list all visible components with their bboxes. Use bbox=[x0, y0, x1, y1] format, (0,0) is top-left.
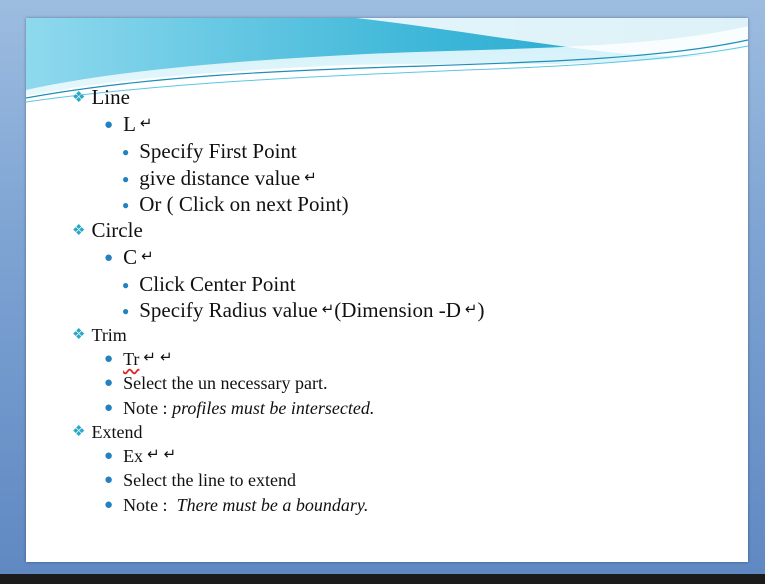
round-bullet-icon: ● bbox=[122, 278, 130, 292]
round-bullet-icon: ● bbox=[104, 497, 114, 513]
round-bullet-icon: ● bbox=[104, 400, 114, 416]
list-item-label: (Dimension -D bbox=[334, 298, 461, 322]
command-trim: ● Tr ↵ ↵ bbox=[104, 348, 173, 370]
command-label: C bbox=[123, 245, 138, 269]
return-arrow-icon: ↵ bbox=[143, 348, 156, 366]
round-bullet-icon: ● bbox=[104, 351, 114, 367]
round-bullet-icon: ● bbox=[122, 145, 130, 159]
round-bullet-icon: ● bbox=[104, 117, 114, 133]
taskbar bbox=[0, 574, 765, 584]
heading-line-label: Line bbox=[91, 85, 130, 109]
command-label: Tr bbox=[123, 349, 140, 369]
diamond-bullet-icon: ❖ bbox=[72, 327, 86, 343]
command-extend: ● Ex ↵ ↵ bbox=[104, 445, 177, 467]
list-item: ● Or ( Click on next Point) bbox=[122, 192, 349, 217]
return-arrow-icon: ↵ bbox=[464, 300, 478, 318]
list-item: ● Specify Radius value ↵(Dimension -D ↵) bbox=[122, 298, 484, 323]
diamond-bullet-icon: ❖ bbox=[72, 424, 86, 440]
slide: ❖ Line ● L ↵ ● Specify First Point ● give dis… bbox=[26, 18, 748, 562]
round-bullet-icon: ● bbox=[104, 250, 114, 266]
list-item: ● Note : There must be a boundary. bbox=[104, 495, 368, 516]
return-arrow-icon: ↵ bbox=[141, 247, 154, 265]
diamond-bullet-icon: ❖ bbox=[72, 223, 86, 239]
command-label: L bbox=[123, 112, 136, 136]
list-item: ● Select the line to extend bbox=[104, 470, 296, 491]
list-item-label: Specify Radius value bbox=[139, 298, 318, 322]
heading-circle: ❖ Circle bbox=[72, 218, 143, 243]
slide-content: ❖ Line ● L ↵ ● Specify First Point ● give dis… bbox=[26, 18, 748, 562]
list-item-label: Or ( Click on next Point) bbox=[139, 192, 349, 216]
return-arrow-icon: ↵ bbox=[163, 445, 177, 463]
list-item: ● Click Center Point bbox=[122, 272, 296, 297]
heading-circle-label: Circle bbox=[91, 218, 143, 242]
list-item-label: ) bbox=[477, 298, 485, 322]
note-text: profiles must be intersected. bbox=[172, 398, 375, 418]
command-circle: ● C ↵ bbox=[104, 245, 154, 270]
list-item-label: Select the un necessary part. bbox=[123, 373, 328, 393]
round-bullet-icon: ● bbox=[122, 304, 130, 318]
heading-extend: ❖ Extend bbox=[72, 422, 142, 443]
note-label: Note : bbox=[123, 495, 177, 515]
list-item-label: Click Center Point bbox=[139, 272, 296, 296]
command-label: Ex bbox=[123, 446, 144, 466]
return-arrow-icon: ↵ bbox=[321, 300, 335, 318]
heading-trim: ❖ Trim bbox=[72, 325, 127, 346]
return-arrow-icon: ↵ bbox=[304, 168, 317, 186]
list-item-label: Select the line to extend bbox=[123, 470, 297, 490]
heading-trim-label: Trim bbox=[91, 325, 127, 345]
round-bullet-icon: ● bbox=[104, 375, 114, 391]
list-item: ● Note : profiles must be intersected. bbox=[104, 398, 374, 419]
list-item-label: give distance value bbox=[139, 166, 301, 190]
heading-line: ❖ Line bbox=[72, 85, 130, 110]
return-arrow-icon: ↵ bbox=[160, 348, 173, 366]
list-item: ● Select the un necessary part. bbox=[104, 373, 327, 394]
round-bullet-icon: ● bbox=[122, 198, 130, 212]
return-arrow-icon: ↵ bbox=[139, 114, 153, 132]
list-item-label: Specify First Point bbox=[139, 139, 297, 163]
list-item: ● give distance value ↵ bbox=[122, 166, 317, 191]
round-bullet-icon: ● bbox=[104, 448, 114, 464]
list-item: ● Specify First Point bbox=[122, 139, 297, 164]
note-label: Note : bbox=[123, 398, 173, 418]
round-bullet-icon: ● bbox=[104, 472, 114, 488]
round-bullet-icon: ● bbox=[122, 172, 130, 186]
heading-extend-label: Extend bbox=[91, 422, 143, 442]
note-text: There must be a boundary. bbox=[176, 495, 369, 515]
diamond-bullet-icon: ❖ bbox=[72, 90, 86, 106]
command-line: ● L ↵ bbox=[104, 112, 152, 137]
return-arrow-icon: ↵ bbox=[147, 445, 160, 463]
